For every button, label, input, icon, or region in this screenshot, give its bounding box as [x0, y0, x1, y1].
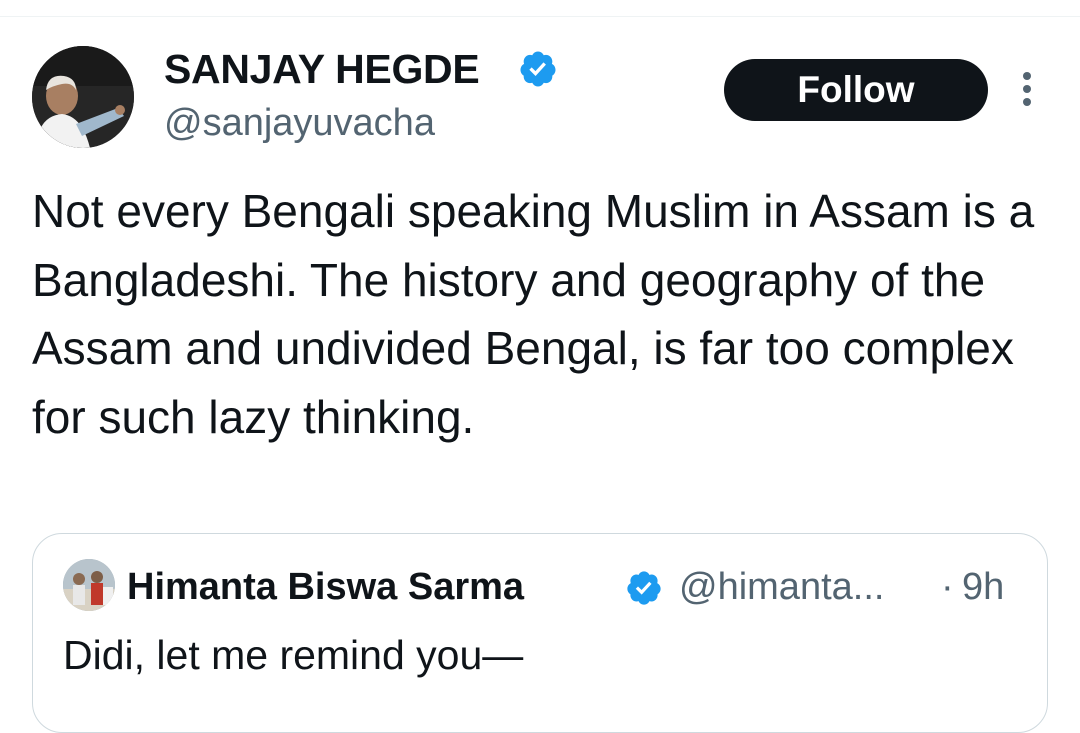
quoted-tweet-text: Didi, let me remind you—: [63, 632, 524, 678]
follow-button[interactable]: Follow: [724, 59, 988, 121]
verified-badge-icon[interactable]: [518, 49, 558, 89]
author-avatar[interactable]: [32, 46, 134, 148]
quoted-tweet-card[interactable]: Himanta Biswa Sarma @himanta... · 9h Did…: [32, 533, 1048, 733]
verified-badge-icon[interactable]: [625, 569, 663, 607]
quoted-timestamp[interactable]: 9h: [962, 564, 1004, 610]
more-vertical-icon[interactable]: [1012, 68, 1042, 110]
quoted-author-avatar[interactable]: [63, 559, 115, 611]
tweet-text: Not every Bengali speaking Muslim in Ass…: [32, 185, 1035, 443]
author-display-name[interactable]: SANJAY HEGDE: [164, 44, 480, 94]
quoted-author-handle[interactable]: @himanta...: [679, 564, 884, 610]
author-handle[interactable]: @sanjayuvacha: [164, 100, 435, 146]
top-divider: [0, 16, 1080, 17]
quoted-author-name[interactable]: Himanta Biswa Sarma: [127, 564, 524, 610]
separator-dot: ·: [941, 566, 954, 608]
